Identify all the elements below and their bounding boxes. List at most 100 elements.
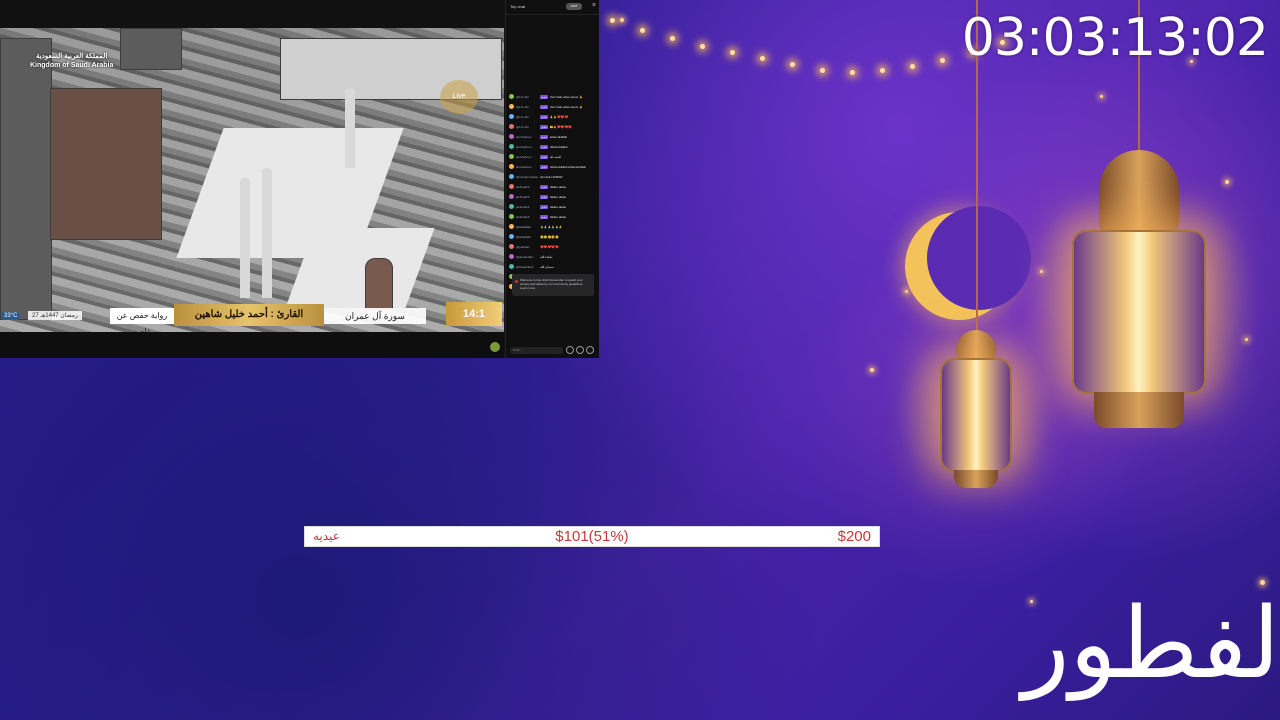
avatar[interactable] xyxy=(509,174,514,179)
avatar[interactable] xyxy=(509,144,514,149)
chat-notice: Welcome to live chat! Remember to guard … xyxy=(512,274,594,296)
chat-author[interactable]: jannhaboon xyxy=(516,145,538,149)
notice-icon xyxy=(515,280,518,283)
chat-text: ❤️❤️❤️❤️❤️ xyxy=(540,244,559,249)
chat-message: @LO-olO مدير Don't fast when Heun 🙏 xyxy=(509,102,595,111)
avatar[interactable] xyxy=(509,194,514,199)
emoji-icon[interactable] xyxy=(566,346,574,354)
chat-text: Allahu akbar xyxy=(549,214,567,219)
member-badge: مدير xyxy=(540,204,548,209)
chat-header: Top chat GMT × xyxy=(506,0,599,15)
chat-message: jannhaboon مدير Alhamdulillah Alhamdulilla… xyxy=(509,162,595,171)
member-badge: مدير xyxy=(540,124,548,129)
donation-goal-bar: عيديه $101(51%) $200 xyxy=(304,526,880,547)
chat-author[interactable]: @saldullah xyxy=(516,225,538,229)
member-badge: مدير xyxy=(540,184,548,189)
chat-author[interactable]: @LO-olO xyxy=(516,115,538,119)
chat-author[interactable]: @LO-olO xyxy=(516,95,538,99)
member-badge: مدير xyxy=(540,164,548,169)
avatar[interactable] xyxy=(509,114,514,119)
chat-author[interactable]: janibsahib xyxy=(516,185,538,189)
chat-author[interactable]: jannhaboon xyxy=(516,135,538,139)
avatar[interactable] xyxy=(509,164,514,169)
country-name-ar: المملكة العربية السعودية xyxy=(36,53,108,60)
chat-author[interactable]: @jamaluddin xyxy=(516,255,538,259)
goal-current: $101(51%) xyxy=(555,528,629,545)
avatar[interactable] xyxy=(490,342,500,352)
super-chat-icon[interactable] xyxy=(576,346,584,354)
chat-text: 🤲🙏❤️❤️❤️❤️ xyxy=(549,124,573,129)
chat-author[interactable]: @LO-olO xyxy=(516,105,538,109)
chat-author[interactable]: @muhammaden xyxy=(516,175,538,179)
video-player[interactable]: المملكة العربية السعودية Kingdom of Saud… xyxy=(0,28,504,332)
chat-input[interactable]: Chat... xyxy=(510,347,563,354)
member-badge: مدير xyxy=(540,134,548,139)
crescent-moon-icon xyxy=(905,206,1031,320)
avatar[interactable] xyxy=(509,124,514,129)
chat-text: Don't fast when Heun 🙏 xyxy=(549,94,583,99)
goal-max: $200 xyxy=(837,528,871,545)
prayer-time: 14:1 xyxy=(446,302,502,326)
chat-author[interactable]: @patkhan xyxy=(516,245,538,249)
riwaya-label: رواية حفص عن عاصم xyxy=(110,308,174,332)
chat-author[interactable]: janibsahib xyxy=(516,215,538,219)
avatar[interactable] xyxy=(509,184,514,189)
chat-text: 😢😢😢😢😢 xyxy=(540,234,559,239)
chat-text: Allahu akbar xyxy=(549,204,567,209)
avatar[interactable] xyxy=(509,224,514,229)
chat-text: 🙏🙏🙏🙏🙏🙏 xyxy=(540,224,563,229)
chat-message: jannhaboon مدير الحمد لله xyxy=(509,152,595,161)
avatar[interactable] xyxy=(509,214,514,219)
embedded-stream-window[interactable]: المملكة العربية السعودية Kingdom of Saud… xyxy=(0,0,599,358)
chat-text: alhamdulillah xyxy=(549,134,568,139)
chat-text: ALLAHU AKBAR xyxy=(540,174,563,179)
chat-message: @hasanlikeb سبحان الله xyxy=(509,262,595,271)
member-badge: مدير xyxy=(540,154,548,159)
chat-text: سبحان الله xyxy=(540,264,554,269)
avatar[interactable] xyxy=(509,104,514,109)
avatar[interactable] xyxy=(509,244,514,249)
heart-icon[interactable] xyxy=(586,346,594,354)
chat-text: Allahu akbar xyxy=(549,184,567,189)
small-lantern-icon xyxy=(940,330,1012,500)
avatar[interactable] xyxy=(509,234,514,239)
notice-text: Welcome to live chat! Remember to guard … xyxy=(520,278,584,290)
chat-text: Alhamdulillah Alhamdulillah xyxy=(549,164,587,169)
avatar[interactable] xyxy=(509,134,514,139)
country-name-en: Kingdom of Saudi Arabia xyxy=(30,62,114,69)
surah-name: سورة آل عمران xyxy=(324,308,426,324)
member-badge: مدير xyxy=(540,214,548,219)
member-badge: مدير xyxy=(540,114,548,119)
chat-message: @LO-olO مدير Don't fast when Heun 🙏 xyxy=(509,92,595,101)
chat-text: Allahu akbar xyxy=(549,194,567,199)
chat-message: @LO-olO مدير 🤲🙏❤️❤️❤️❤️ xyxy=(509,122,595,131)
hijri-date: 27 رمضان 1447هـ xyxy=(28,311,82,320)
chat-message: janibsahib مدير Allahu akbar xyxy=(509,212,595,221)
chat-author[interactable]: jannhaboon xyxy=(516,155,538,159)
avatar[interactable] xyxy=(509,264,514,269)
member-badge: مدير xyxy=(540,144,548,149)
lower-third: رواية حفص عن عاصم القارئ : أحمد خليل شاه… xyxy=(110,302,502,332)
chat-mode-dropdown[interactable]: Top chat xyxy=(510,4,525,9)
chat-author[interactable]: janibsahib xyxy=(516,195,538,199)
chat-message: janibsahib مدير Allahu akbar xyxy=(509,192,595,201)
chat-author[interactable]: @saldullah xyxy=(516,235,538,239)
avatar[interactable] xyxy=(509,204,514,209)
avatar[interactable] xyxy=(509,254,514,259)
chat-message: janibsahib مدير Allahu akbar xyxy=(509,202,595,211)
chat-message: @jamaluddin ماشاء الله xyxy=(509,252,595,261)
live-chat-panel[interactable]: Top chat GMT × @LO-olO مدير Don't fast whe… xyxy=(505,0,599,358)
chat-text: Alhamdulillah xyxy=(549,144,568,149)
member-badge: مدير xyxy=(540,194,548,199)
string-lights xyxy=(600,0,1020,90)
avatar[interactable] xyxy=(509,154,514,159)
chat-author[interactable]: @hasanlikeb xyxy=(516,265,538,269)
chat-message: jannhaboon مدير alhamdulillah xyxy=(509,132,595,141)
chat-author[interactable]: jannhaboon xyxy=(516,165,538,169)
member-badge: مدير xyxy=(540,94,548,99)
avatar[interactable] xyxy=(509,94,514,99)
close-icon[interactable]: × xyxy=(592,2,596,10)
chat-author[interactable]: @LO-olO xyxy=(516,125,538,129)
chat-author[interactable]: janibsahib xyxy=(516,205,538,209)
chat-text: ماشاء الله xyxy=(540,254,553,259)
